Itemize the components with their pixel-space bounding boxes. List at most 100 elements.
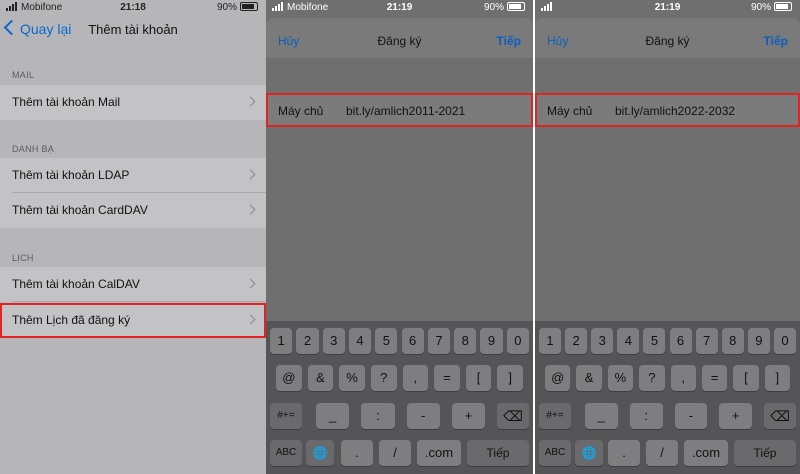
server-input[interactable]: bit.ly/amlich2011-2021 (346, 104, 465, 118)
key-2[interactable]: 2 (565, 328, 588, 354)
key-3[interactable]: 3 (322, 328, 345, 354)
key-symbol[interactable]: - (674, 403, 708, 429)
section-header-contacts: DANH BẠ (12, 144, 55, 154)
key-slash[interactable]: / (379, 440, 411, 466)
key-7[interactable]: 7 (427, 328, 451, 354)
key-8[interactable]: 8 (454, 328, 477, 354)
key-0[interactable]: 0 (773, 328, 796, 354)
battery-icon (240, 2, 258, 11)
key-symbol[interactable]: - (406, 403, 440, 429)
key-dot[interactable]: . (608, 440, 640, 466)
key-5[interactable]: 5 (643, 328, 666, 354)
key-abc[interactable]: ABC (270, 440, 302, 466)
dialog-nav-bar: Hủy Đăng ký Tiếp (266, 18, 533, 58)
key-symbol[interactable]: , (402, 365, 429, 391)
dialog-title: Đăng ký (645, 34, 690, 48)
backspace-icon[interactable]: ⌫ (764, 403, 796, 429)
key-6[interactable]: 6 (401, 328, 424, 354)
chevron-right-icon (245, 204, 256, 215)
key-7[interactable]: 7 (695, 328, 718, 354)
subscribe-screen-1: Mobifone 21:19 90% Hủy Đăng ký Tiếp Máy … (266, 0, 533, 474)
key-symbol[interactable]: ] (497, 365, 523, 391)
key-symbol[interactable]: , (670, 365, 696, 391)
row-add-ldap[interactable]: Thêm tài khoản LDAP (0, 158, 266, 193)
status-bar: Mobifone 21:19 90% (266, 0, 533, 16)
next-button[interactable]: Tiếp (764, 34, 788, 48)
key-symbol[interactable]: [ (733, 365, 759, 391)
key-symbol[interactable]: @ (545, 365, 571, 391)
key-symbol[interactable]: ? (639, 365, 665, 391)
row-add-carddav[interactable]: Thêm tài khoản CardDAV (0, 193, 266, 228)
key-symbol[interactable]: ] (764, 365, 790, 391)
key-1[interactable]: 1 (270, 328, 293, 354)
row-add-subscribed-calendar[interactable]: Thêm Lịch đã đăng ký (0, 303, 266, 338)
key-more-symbols[interactable]: #+= (270, 403, 302, 429)
key-symbol[interactable]: % (607, 365, 634, 391)
key-symbol[interactable]: _ (585, 403, 618, 429)
row-label: Thêm Lịch đã đăng ký (12, 313, 131, 327)
server-input[interactable]: bit.ly/amlich2022-2032 (615, 104, 735, 118)
key-symbol[interactable]: : (629, 403, 663, 429)
battery-icon (507, 2, 525, 11)
key-dotcom[interactable]: .com (417, 440, 461, 466)
key-9[interactable]: 9 (747, 328, 770, 354)
key-dot[interactable]: . (341, 440, 373, 466)
key-symbol[interactable]: = (434, 365, 460, 391)
key-8[interactable]: 8 (721, 328, 744, 354)
server-label: Máy chủ (547, 104, 593, 118)
key-dotcom[interactable]: .com (684, 440, 728, 466)
battery-percent: 90% (216, 2, 237, 13)
key-slash[interactable]: / (646, 440, 678, 466)
row-add-caldav[interactable]: Thêm tài khoản CalDAV (0, 267, 266, 302)
row-separator (12, 301, 266, 302)
key-4[interactable]: 4 (348, 328, 372, 354)
server-field[interactable]: Máy chủ bit.ly/amlich2011-2021 (266, 93, 533, 127)
key-symbol[interactable]: % (339, 365, 365, 391)
key-6[interactable]: 6 (669, 328, 692, 354)
key-symbol[interactable]: + (451, 403, 485, 429)
chevron-right-icon (245, 169, 256, 180)
key-next[interactable]: Tiếp (467, 440, 529, 466)
key-3[interactable]: 3 (591, 328, 614, 354)
row-label: Thêm tài khoản Mail (12, 95, 121, 109)
section-header-calendar: LỊCH (12, 253, 34, 263)
nav-bar: Quay lại Thêm tài khoản (0, 16, 266, 44)
key-symbol[interactable]: @ (276, 365, 302, 391)
section-header-mail: MAIL (12, 70, 35, 80)
key-symbol[interactable]: & (307, 365, 334, 391)
key-symbol[interactable]: : (361, 403, 395, 429)
key-1[interactable]: 1 (539, 328, 562, 354)
chevron-right-icon (245, 96, 256, 107)
status-bar: 21:19 90% (535, 0, 800, 16)
key-4[interactable]: 4 (617, 328, 640, 354)
key-2[interactable]: 2 (296, 328, 319, 354)
key-symbol[interactable]: + (719, 403, 752, 429)
key-symbol[interactable]: & (576, 365, 602, 391)
dialog-title: Đăng ký (377, 34, 422, 48)
chevron-right-icon (245, 278, 256, 289)
subscribe-screen-2: 21:19 90% Hủy Đăng ký Tiếp Máy chủ bit.l… (535, 0, 800, 474)
key-symbol[interactable]: [ (465, 365, 492, 391)
key-more-symbols[interactable]: #+= (539, 403, 571, 429)
row-label: Thêm tài khoản CalDAV (12, 277, 140, 291)
key-next[interactable]: Tiếp (734, 440, 796, 466)
add-account-screen: Mobifone 21:18 90% Quay lại Thêm tài kho… (0, 0, 266, 474)
globe-icon[interactable]: 🌐 (575, 440, 603, 466)
keyboard: 1 2 3 4 5 6 7 8 9 0 @ &%?, =[] #+= _: - + ⌫ ABC 🌐. / .com Tiếp (266, 321, 533, 474)
row-label: Thêm tài khoản CardDAV (12, 203, 148, 217)
battery-icon (774, 2, 792, 11)
backspace-icon[interactable]: ⌫ (497, 403, 529, 429)
key-5[interactable]: 5 (375, 328, 398, 354)
key-symbol[interactable]: = (701, 365, 728, 391)
globe-icon[interactable]: 🌐 (306, 440, 334, 466)
next-button[interactable]: Tiếp (497, 34, 521, 48)
key-symbol[interactable]: ? (370, 365, 397, 391)
key-symbol[interactable]: _ (316, 403, 350, 429)
server-field[interactable]: Máy chủ bit.ly/amlich2022-2032 (535, 93, 800, 127)
key-9[interactable]: 9 (480, 328, 503, 354)
key-0[interactable]: 0 (506, 328, 529, 354)
keyboard: 1 2 3 4 5 6 7 8 9 0 @ &%?, =[] #+= _: - + ⌫ ABC 🌐. / .com Tiếp (535, 321, 800, 474)
battery-percent: 90% (483, 2, 504, 13)
row-add-mail[interactable]: Thêm tài khoản Mail (0, 85, 266, 120)
key-abc[interactable]: ABC (539, 440, 571, 466)
